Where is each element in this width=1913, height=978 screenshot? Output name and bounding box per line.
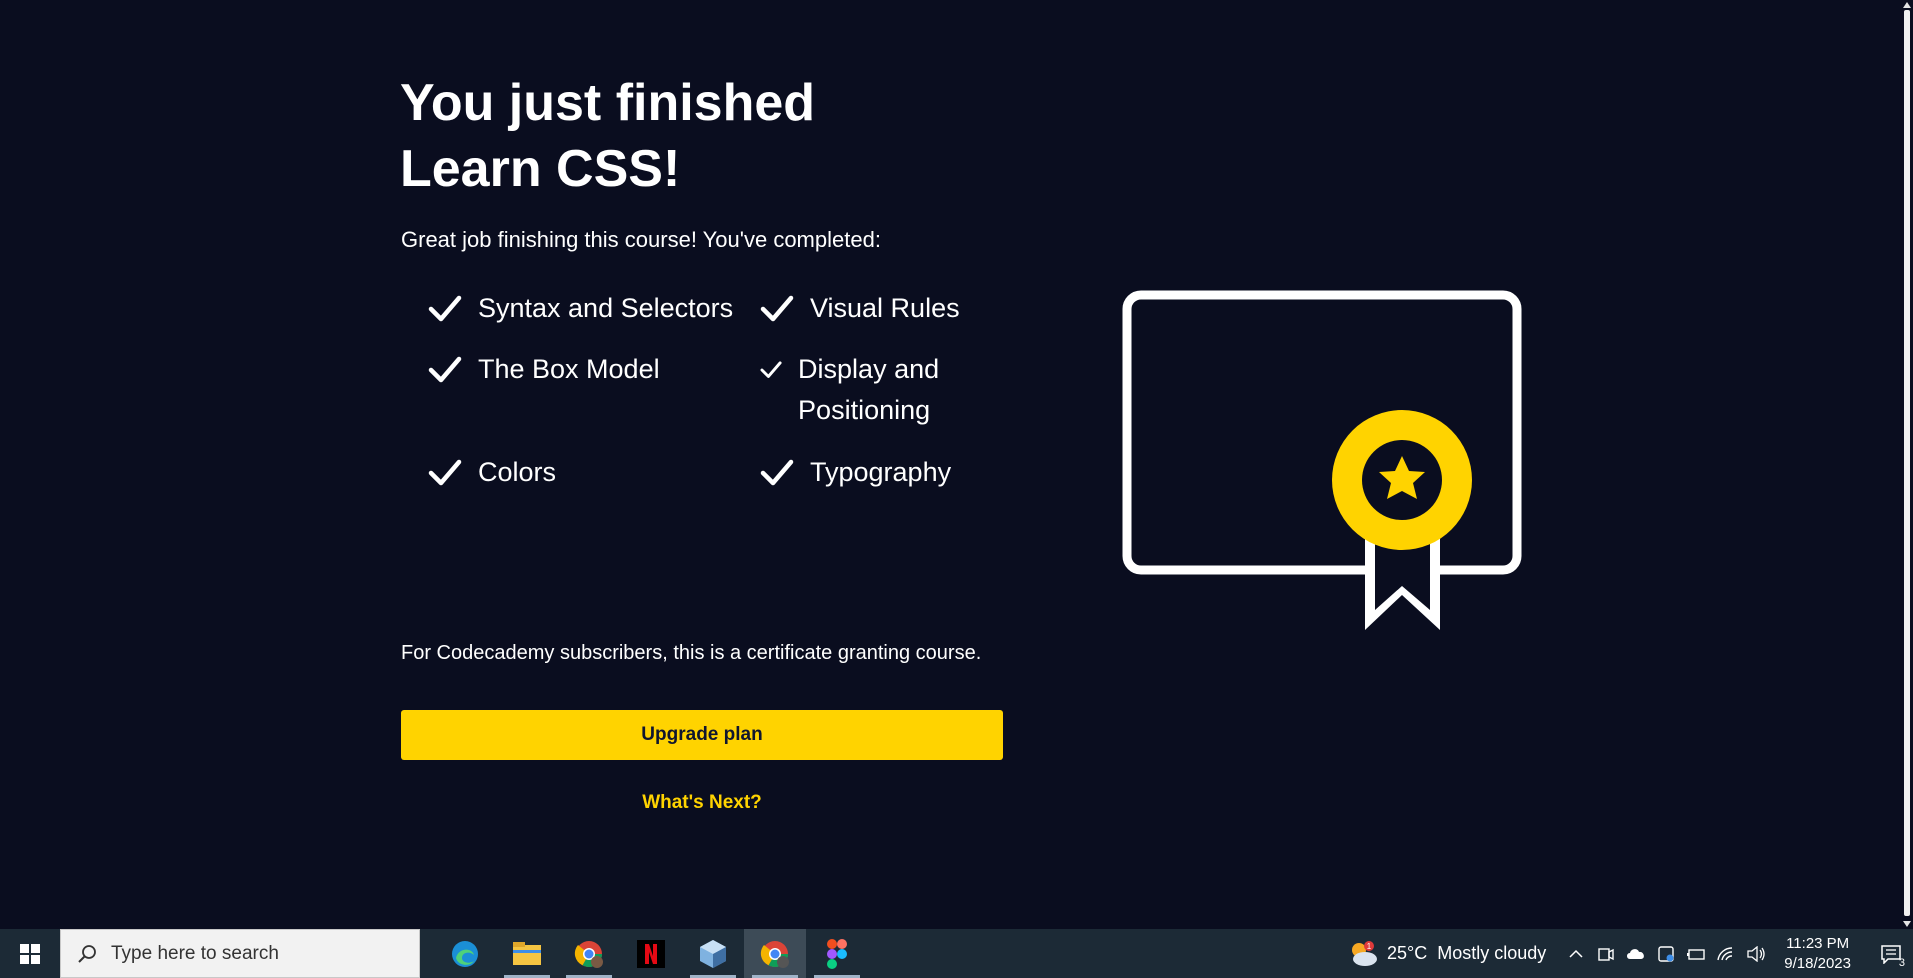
lesson-label: Display and Positioning	[798, 354, 940, 425]
windows-taskbar: Type here to search 1 25°C Mostly cloudy…	[0, 929, 1913, 978]
weather-temperature: 25°C	[1387, 943, 1428, 963]
completion-subtitle: Great job finishing this course! You've …	[401, 227, 881, 252]
scroll-up-arrow-icon[interactable]	[1903, 2, 1911, 8]
start-button[interactable]	[0, 929, 60, 978]
lesson-label: Visual Rules	[810, 293, 960, 323]
course-complete-page: You just finished Learn CSS! Great job f…	[0, 0, 1900, 929]
onedrive-cloud-icon[interactable]	[1626, 944, 1646, 964]
wifi-icon[interactable]	[1716, 944, 1736, 964]
whats-next-link[interactable]: What's Next?	[401, 792, 1003, 814]
scroll-down-arrow-icon[interactable]	[1903, 921, 1911, 927]
battery-icon[interactable]	[1686, 944, 1706, 964]
page-title: You just finished Learn CSS!	[400, 70, 900, 202]
taskbar-search-box[interactable]: Type here to search	[60, 929, 420, 978]
volume-icon[interactable]	[1746, 944, 1766, 964]
taskbar-clock[interactable]: 11:23 PM 9/18/2023	[1784, 934, 1851, 974]
lesson-label: Syntax and Selectors	[478, 293, 734, 323]
list-item: The Box Model	[428, 354, 660, 390]
weather-widget[interactable]: 1 25°C Mostly cloudy	[1347, 940, 1546, 968]
title-line-2: Learn CSS!	[400, 140, 681, 198]
taskbar-app-file-explorer[interactable]	[496, 929, 558, 978]
upgrade-plan-button[interactable]: Upgrade plan	[401, 710, 1003, 760]
vertical-scrollbar[interactable]	[1900, 0, 1913, 929]
scrollbar-thumb[interactable]	[1904, 10, 1910, 916]
weather-condition: Mostly cloudy	[1437, 943, 1547, 963]
system-tray: 1 25°C Mostly cloudy 11:23 PM 9/18/2023 …	[1347, 929, 1913, 978]
box-app-icon	[700, 939, 726, 968]
clock-time: 11:23 PM	[1786, 934, 1850, 952]
taskbar-app-chrome-profile[interactable]	[558, 929, 620, 978]
netflix-icon	[637, 939, 665, 968]
certificate-note: For Codecademy subscribers, this is a ce…	[401, 642, 982, 664]
notification-count: 3	[1898, 957, 1905, 969]
notification-center-button[interactable]: 3	[1869, 929, 1913, 978]
checkmark-icon	[428, 356, 462, 383]
checkmark-icon	[428, 459, 462, 486]
list-item: Syntax and Selectors	[428, 293, 733, 329]
title-line-1: You just finished	[400, 74, 816, 132]
list-item: Visual Rules	[760, 293, 960, 329]
taskbar-app-figma[interactable]	[806, 929, 868, 978]
taskbar-pinned-apps	[434, 929, 868, 978]
cloudy-weather-icon: 1	[1352, 940, 1377, 966]
search-placeholder: Type here to search	[111, 942, 279, 964]
clock-date: 9/18/2023	[1784, 954, 1851, 972]
show-hidden-icons-chevron-icon[interactable]	[1566, 944, 1586, 964]
list-item: Colors	[428, 457, 556, 493]
taskbar-app-chrome[interactable]	[744, 929, 806, 978]
checkmark-icon	[760, 459, 794, 486]
checkmark-icon	[760, 361, 782, 378]
edge-icon	[452, 940, 478, 967]
chrome-icon	[760, 940, 789, 968]
taskbar-app-netflix[interactable]	[620, 929, 682, 978]
lesson-label: The Box Model	[478, 354, 660, 384]
lesson-label: Colors	[478, 457, 557, 487]
list-item: Typography	[760, 457, 951, 493]
weather-alert-badge: 1	[1367, 942, 1372, 951]
chrome-profile-icon	[574, 940, 603, 968]
windows-logo-icon	[20, 943, 40, 964]
file-explorer-icon	[513, 941, 541, 965]
lesson-label: Typography	[810, 457, 952, 487]
taskbar-app-box[interactable]	[682, 929, 744, 978]
search-icon	[78, 944, 96, 963]
taskbar-app-edge[interactable]	[434, 929, 496, 978]
security-icon[interactable]	[1656, 944, 1676, 964]
checkmark-icon	[760, 295, 794, 322]
figma-icon	[827, 938, 847, 969]
checkmark-icon	[428, 295, 462, 322]
tray-icons	[1566, 944, 1766, 964]
certificate-illustration	[1122, 290, 1522, 630]
list-item: Display and Positioning	[760, 354, 980, 431]
meet-now-icon[interactable]	[1596, 944, 1616, 964]
